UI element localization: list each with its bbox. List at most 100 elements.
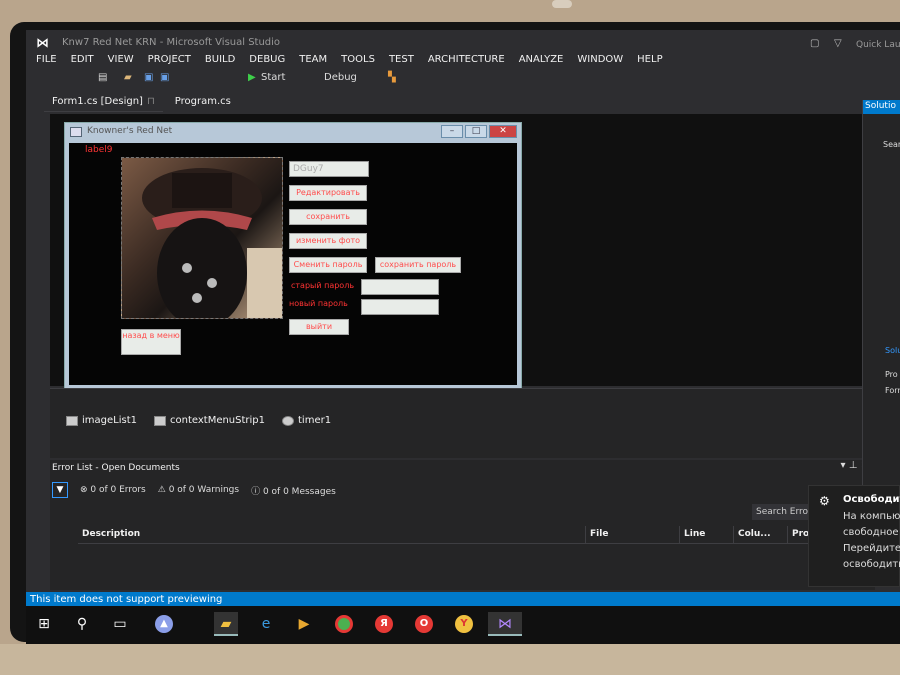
form-body: label9 DGuy7 Редактировать сохранить изм… <box>69 143 517 385</box>
menu-build[interactable]: BUILD <box>205 52 243 68</box>
menu-help[interactable]: HELP <box>637 52 670 68</box>
profile-picturebox[interactable] <box>121 157 283 319</box>
column-file[interactable]: File <box>586 526 680 543</box>
error-list-panel: Error List - Open Documents ▾ ⊥ ✕ ▼ ⊗ 0 … <box>50 460 875 590</box>
old-password-field[interactable] <box>361 279 439 295</box>
save-icon[interactable]: ▣ <box>144 72 153 83</box>
menu-edit[interactable]: EDIT <box>71 52 102 68</box>
messages-toggle[interactable]: ⓘ 0 of 0 Messages <box>251 484 336 497</box>
column-line[interactable]: Line <box>680 526 734 543</box>
title-bar: ⋈ Knw7 Red Net KRN - Microsoft Visual St… <box>26 30 900 52</box>
feedback-icon[interactable]: ▢ <box>810 38 819 49</box>
file-explorer-icon[interactable]: ▰ <box>214 612 238 636</box>
timer1-component[interactable]: timer1 <box>282 415 331 426</box>
visual-studio-taskbar-icon[interactable]: ⋈ <box>488 612 522 636</box>
error-list-header: Description File Line Colu... Pro <box>78 526 858 544</box>
form-window[interactable]: Knowner's Red Net – □ ✕ label9 DGuy7 Ред… <box>64 122 522 390</box>
webcam <box>552 0 572 8</box>
tab-form1-design[interactable]: Form1.cs [Design] ⊓ <box>44 94 163 112</box>
save-all-icon[interactable]: ▣ <box>160 72 169 83</box>
tab-label: Program.cs <box>174 96 231 107</box>
dropdown-icon[interactable]: ▾ <box>840 460 845 471</box>
errors-count: 0 of 0 Errors <box>90 485 146 495</box>
menu-tools[interactable]: TOOLS <box>341 52 383 68</box>
column-column[interactable]: Colu... <box>734 526 788 543</box>
imagelist-icon <box>66 415 78 426</box>
logout-button[interactable]: выйти <box>289 319 349 335</box>
errors-toggle[interactable]: ⊗ 0 of 0 Errors <box>80 485 146 495</box>
toast-title: Освободит <box>843 494 900 505</box>
new-project-icon[interactable]: ▤ <box>98 72 107 83</box>
imagelist1-component[interactable]: imageList1 <box>66 415 137 426</box>
column-description[interactable]: Description <box>78 526 586 543</box>
properties-object[interactable]: Form <box>885 386 900 395</box>
contextmenu-icon <box>154 415 166 426</box>
menu-project[interactable]: PROJECT <box>148 52 199 68</box>
search-icon[interactable]: ⚲ <box>70 612 94 636</box>
pin-icon[interactable]: ⊥ <box>849 460 858 471</box>
toast-line: освободить <box>843 559 900 570</box>
menu-debug[interactable]: DEBUG <box>249 52 293 68</box>
open-folder-icon[interactable]: ▰ <box>124 72 132 83</box>
menu-window[interactable]: WINDOW <box>577 52 631 68</box>
menu-view[interactable]: VIEW <box>108 52 142 68</box>
label9[interactable]: label9 <box>85 145 113 155</box>
menu-architecture[interactable]: ARCHITECTURE <box>428 52 513 68</box>
messages-count: 0 of 0 Messages <box>262 486 336 497</box>
username-textbox[interactable]: DGuy7 <box>289 161 369 177</box>
timer-icon <box>282 415 294 426</box>
window-controls: – □ ✕ <box>441 125 517 138</box>
media-icon[interactable]: ▶ <box>292 612 316 636</box>
old-password-label: старый пароль <box>291 281 355 290</box>
change-password-button[interactable]: Сменить пароль <box>289 257 367 273</box>
toast-line: свободное <box>843 527 899 538</box>
start-icon[interactable]: ▶ <box>248 72 256 83</box>
opera-icon[interactable]: O <box>412 612 436 636</box>
close-icon[interactable]: ✕ <box>489 125 517 138</box>
solution-explorer-title: Solutio <box>863 100 900 114</box>
menu-file[interactable]: FILE <box>36 52 65 68</box>
properties-title: Pro <box>885 370 898 379</box>
contextmenustrip1-component[interactable]: contextMenuStrip1 <box>154 415 265 426</box>
solution-search[interactable]: Searc <box>883 140 900 149</box>
edit-button[interactable]: Редактировать <box>289 185 367 201</box>
save-button[interactable]: сохранить <box>289 209 367 225</box>
menu-bar: FILE EDIT VIEW PROJECT BUILD DEBUG TEAM … <box>26 52 900 68</box>
new-password-label: новый пароль <box>289 299 348 308</box>
component-tray: imageList1 contextMenuStrip1 timer1 <box>50 388 865 458</box>
filter-icon[interactable]: ▼ <box>52 482 68 498</box>
attach-icon[interactable]: ▚ <box>388 72 396 83</box>
solution-tab[interactable]: Solu <box>885 346 900 355</box>
yandex-browser-icon[interactable]: Y <box>452 612 476 636</box>
back-to-menu-button[interactable]: назад в меню <box>121 329 181 355</box>
chrome-icon[interactable] <box>332 612 356 636</box>
error-filter-bar: ▼ ⊗ 0 of 0 Errors ⚠ 0 of 0 Warnings ⓘ 0 … <box>52 482 336 498</box>
start-button[interactable]: Start <box>261 72 285 83</box>
yandex-icon[interactable]: Я <box>372 612 396 636</box>
menu-test[interactable]: TEST <box>389 52 422 68</box>
config-dropdown[interactable]: Debug <box>324 72 357 83</box>
warnings-toggle[interactable]: ⚠ 0 of 0 Warnings <box>158 485 239 495</box>
error-list-title: Error List - Open Documents <box>52 463 180 473</box>
visual-studio-logo-icon: ⋈ <box>36 36 49 51</box>
menu-team[interactable]: TEAM <box>299 52 335 68</box>
tab-program-cs[interactable]: Program.cs <box>167 94 239 112</box>
quick-launch[interactable]: Quick Laun <box>856 40 900 50</box>
change-photo-button[interactable]: изменить фото <box>289 233 367 249</box>
notification-toast[interactable]: ⚙ Освободит На компьют свободное Перейди… <box>808 485 900 587</box>
save-password-button[interactable]: сохранить пароль <box>375 257 461 273</box>
task-view-icon[interactable]: ▭ <box>108 612 132 636</box>
new-password-field[interactable] <box>361 299 439 315</box>
toast-line: На компьют <box>843 511 900 522</box>
filter-icon[interactable]: ▽ <box>834 38 842 49</box>
maximize-icon[interactable]: □ <box>465 125 487 138</box>
windows-start-icon[interactable]: ⊞ <box>32 612 56 636</box>
cortana-icon[interactable]: ▲ <box>152 612 176 636</box>
warnings-count: 0 of 0 Warnings <box>168 485 240 495</box>
pin-icon[interactable]: ⊓ <box>147 96 155 107</box>
toast-line: Перейдите <box>843 543 900 554</box>
minimize-icon[interactable]: – <box>441 125 463 138</box>
menu-analyze[interactable]: ANALYZE <box>519 52 572 68</box>
profile-photo-icon <box>142 168 282 318</box>
edge-icon[interactable]: e <box>254 612 278 636</box>
